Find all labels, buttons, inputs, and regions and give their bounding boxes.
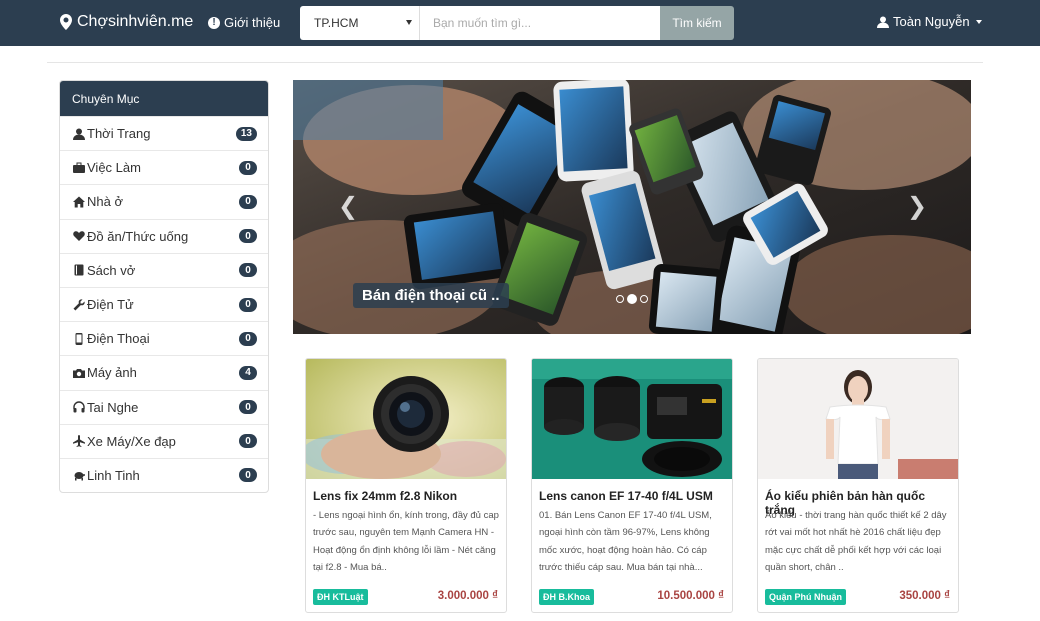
product-title[interactable]: Lens canon EF 17-40 f/4L USM xyxy=(539,489,729,503)
product-description: - Lens ngoại hình ổn, kính trong, đầy đủ… xyxy=(313,510,499,573)
product-description: 01. Bán Lens Canon EF 17-40 f/4L USM, ng… xyxy=(539,510,712,573)
sidebar-item-label: Nhà ở xyxy=(87,194,123,210)
carousel-indicator-2[interactable] xyxy=(627,294,637,304)
sidebar-item-sach-vo[interactable]: Sách vở 0 xyxy=(60,252,268,287)
sidebar-item-may-anh[interactable]: Máy ảnh 4 xyxy=(60,355,268,389)
sidebar-item-do-an[interactable]: Đồ ăn/Thức uống 0 xyxy=(60,218,268,253)
count-badge: 0 xyxy=(239,297,257,312)
camera-icon xyxy=(72,367,85,379)
user-name: Toàn Nguyễn xyxy=(893,14,970,29)
sidebar-item-label: Sách vở xyxy=(87,262,136,278)
carousel-prev-icon[interactable]: ❮ xyxy=(338,192,358,221)
brand-link[interactable]: Chợsinhviên.me xyxy=(60,13,193,31)
category-sidebar: Chuyên Mục Thời Trang 13 Việc Làm 0 Nhà … xyxy=(59,80,269,494)
sidebar-item-label: Xe Máy/Xe đạp xyxy=(87,433,176,449)
product-image xyxy=(532,359,732,479)
count-badge: 0 xyxy=(239,434,257,449)
product-price: 350.000 ₫ xyxy=(899,590,950,602)
exclamation-circle-icon: ! xyxy=(208,16,220,29)
location-value: TP.HCM xyxy=(314,16,359,30)
count-badge: 4 xyxy=(239,365,257,380)
product-title[interactable]: Lens fix 24mm f2.8 Nikon xyxy=(313,489,503,503)
sidebar-item-label: Điện Thoại xyxy=(87,331,150,347)
product-card[interactable]: Áo kiểu phiên bản hàn quốc trắng Áo kiểu… xyxy=(757,358,959,613)
sidebar-item-tai-nghe[interactable]: Tai Nghe 0 xyxy=(60,389,268,424)
count-badge: 0 xyxy=(239,468,257,483)
carousel-indicator-1[interactable] xyxy=(616,295,624,303)
count-badge: 0 xyxy=(239,229,257,244)
sidebar-item-label: Thời Trang xyxy=(87,126,151,142)
brand-text: Chợsinhviên.me xyxy=(77,13,194,30)
carousel-indicators xyxy=(616,294,648,304)
location-badge: ĐH B.Khoa xyxy=(539,589,594,605)
navbar: Chợsinhviên.me ! Giới thiệu TP.HCM Tìm k… xyxy=(0,0,1040,46)
location-select[interactable]: TP.HCM xyxy=(300,6,420,40)
divider xyxy=(47,62,983,63)
product-image xyxy=(758,359,958,479)
product-card[interactable]: Lens canon EF 17-40 f/4L USM 01. Bán Len… xyxy=(531,358,733,613)
headphones-icon xyxy=(72,401,85,413)
location-badge: ĐH KTLuật xyxy=(313,589,368,605)
home-icon xyxy=(72,196,85,208)
sidebar-item-thoi-trang[interactable]: Thời Trang 13 xyxy=(60,116,268,150)
sidebar-item-xe-may[interactable]: Xe Máy/Xe đạp 0 xyxy=(60,423,268,458)
location-badge: Quận Phú Nhuận xyxy=(765,589,846,605)
sidebar-item-viec-lam[interactable]: Việc Làm 0 xyxy=(60,150,268,184)
count-badge: 0 xyxy=(239,160,257,175)
phone-icon xyxy=(72,332,85,345)
sidebar-item-label: Việc Làm xyxy=(87,160,141,176)
plane-icon xyxy=(72,435,85,448)
map-marker-icon xyxy=(60,14,72,30)
product-price: 3.000.000 ₫ xyxy=(437,590,498,602)
sidebar-item-label: Điện Tử xyxy=(87,297,134,313)
sidebar-item-nha-o[interactable]: Nhà ở 0 xyxy=(60,184,268,218)
user-menu[interactable]: Toàn Nguyễn xyxy=(877,14,982,29)
briefcase-icon xyxy=(72,162,85,174)
sidebar-item-label: Máy ảnh xyxy=(87,365,137,381)
search-input[interactable] xyxy=(420,6,660,40)
carousel-indicator-3[interactable] xyxy=(640,295,648,303)
sidebar-item-label: Linh Tinh xyxy=(87,467,140,483)
sidebar-item-label: Tai Nghe xyxy=(87,399,139,415)
search-button[interactable]: Tìm kiếm xyxy=(660,6,734,40)
product-description: Áo kiểu - thời trang hàn quốc thiết kế 2… xyxy=(765,510,947,573)
user-icon xyxy=(877,16,889,28)
turtle-icon xyxy=(72,469,85,481)
product-price: 10.500.000 ₫ xyxy=(657,590,724,602)
intro-label: Giới thiệu xyxy=(224,15,281,30)
count-badge: 0 xyxy=(239,400,257,415)
sidebar-item-label: Đồ ăn/Thức uống xyxy=(87,228,189,244)
carousel-next-icon[interactable]: ❯ xyxy=(907,192,927,221)
carousel-caption: Bán điện thoại cũ .. xyxy=(353,283,509,308)
product-card[interactable]: Lens fix 24mm f2.8 Nikon - Lens ngoại hì… xyxy=(305,358,507,613)
sidebar-item-dien-thoai[interactable]: Điện Thoại 0 xyxy=(60,321,268,355)
count-badge: 0 xyxy=(239,331,257,346)
count-badge: 0 xyxy=(239,263,257,278)
user-icon xyxy=(72,128,85,140)
book-icon xyxy=(72,264,85,276)
count-badge: 13 xyxy=(235,126,257,141)
sidebar-item-dien-tu[interactable]: Điện Tử 0 xyxy=(60,286,268,321)
count-badge: 0 xyxy=(239,194,257,209)
caret-down-icon xyxy=(975,19,982,24)
wrench-icon xyxy=(72,298,85,311)
product-image xyxy=(306,359,506,479)
sidebar-title: Chuyên Mục xyxy=(60,81,268,116)
intro-link[interactable]: ! Giới thiệu xyxy=(208,15,280,30)
sidebar-item-linh-tinh[interactable]: Linh Tinh 0 xyxy=(60,457,268,492)
heart-icon xyxy=(72,230,85,242)
caret-down-icon xyxy=(406,20,412,25)
